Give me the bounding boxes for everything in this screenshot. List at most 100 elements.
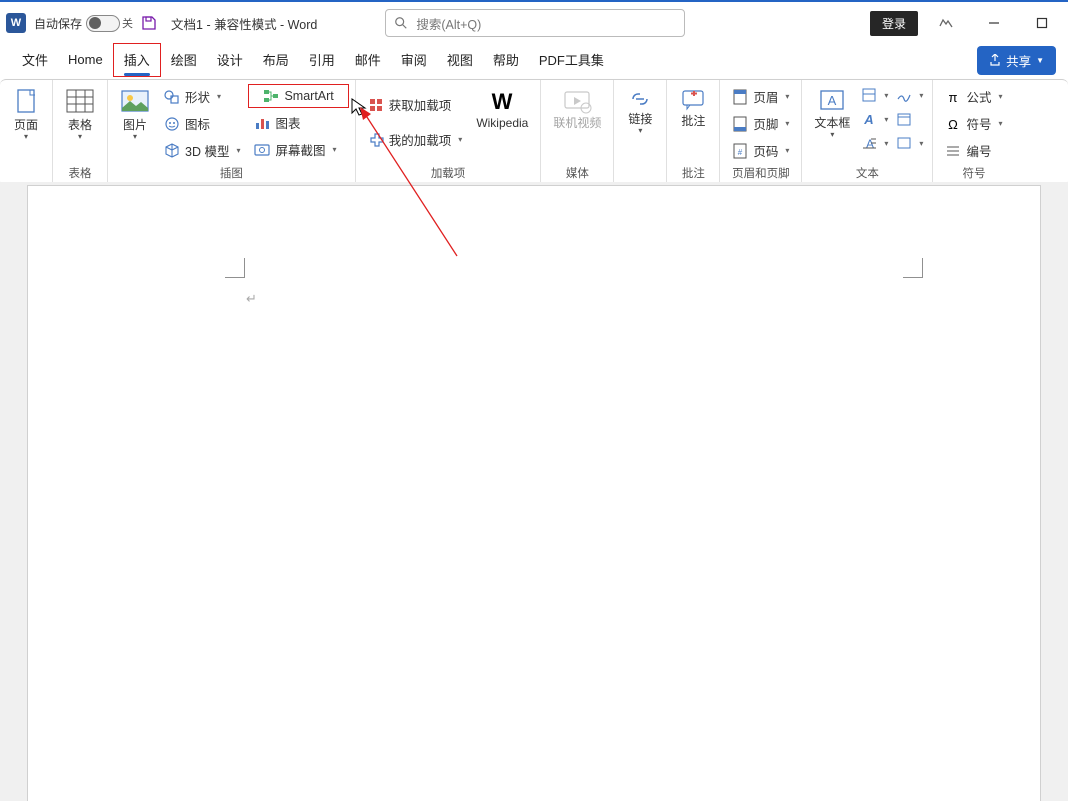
tab-mailings[interactable]: 邮件: [345, 44, 391, 76]
smartart-icon: [263, 88, 279, 104]
search-icon: [394, 16, 408, 30]
icons-label: 图标: [185, 114, 210, 133]
number-button[interactable]: 编号: [939, 138, 1008, 163]
autosave-label: 自动保存: [34, 15, 82, 32]
icons-icon: [164, 116, 180, 132]
3d-models-button[interactable]: 3D 模型 ▾: [158, 138, 246, 163]
group-headerfooter-label: 页眉和页脚: [726, 163, 795, 184]
footer-button[interactable]: 页脚 ▾: [726, 111, 795, 136]
paragraph-mark: ↵: [246, 291, 257, 307]
get-addins-label: 获取加载项: [389, 95, 452, 114]
shapes-label: 形状: [185, 87, 210, 106]
link-button[interactable]: 链接 ▾: [620, 84, 660, 139]
tab-references[interactable]: 引用: [299, 44, 345, 76]
addins-icon: [368, 132, 384, 148]
footer-icon: [732, 116, 748, 132]
tab-insert[interactable]: 插入: [113, 43, 161, 77]
dropcap-button[interactable]: A▾: [858, 132, 891, 154]
pages-button[interactable]: 页面 ▾: [6, 84, 46, 145]
tab-home[interactable]: Home: [58, 46, 113, 74]
minimize-button[interactable]: [974, 8, 1014, 38]
share-button[interactable]: 共享 ▼: [977, 46, 1056, 75]
3d-models-label: 3D 模型: [185, 141, 229, 160]
svg-text:π: π: [949, 90, 958, 105]
login-button[interactable]: 登录: [870, 11, 918, 36]
wikipedia-icon: W: [488, 88, 516, 114]
document-area: ↵: [0, 182, 1068, 801]
datetime-button[interactable]: [893, 108, 926, 130]
header-button[interactable]: 页眉 ▾: [726, 84, 795, 109]
chart-button[interactable]: 图表: [248, 110, 348, 135]
table-icon: [65, 88, 95, 116]
date-icon: [896, 111, 912, 127]
textbox-icon: A: [818, 88, 846, 114]
shapes-icon: [164, 89, 180, 105]
group-symbols: π 公式 ▾ Ω 符号 ▾ 编号 符号: [933, 80, 1014, 186]
title-bar: W 自动保存 关 文档1 - 兼容性模式 - Word 搜索(Alt+Q) 登录: [0, 0, 1068, 44]
ribbon: 页面 ▾ 表格 ▾ 表格 图片 ▾ 形状: [0, 79, 1068, 187]
wikipedia-button[interactable]: W Wikipedia: [470, 84, 534, 134]
search-input[interactable]: 搜索(Alt+Q): [385, 9, 685, 37]
quick-parts-button[interactable]: ▾: [858, 84, 891, 106]
pages-label: 页面: [14, 118, 38, 132]
maximize-button[interactable]: [1022, 8, 1062, 38]
tab-view[interactable]: 视图: [437, 44, 483, 76]
screenshot-button[interactable]: 屏幕截图 ▾: [248, 137, 348, 162]
textbox-button[interactable]: A 文本框 ▾: [808, 84, 856, 143]
cube-icon: [164, 143, 180, 159]
group-tables-label: 表格: [59, 163, 101, 184]
wordart-button[interactable]: A▾: [858, 108, 891, 130]
smartart-label: SmartArt: [284, 89, 333, 103]
tab-pdf-tools[interactable]: PDF工具集: [529, 44, 614, 76]
store-icon: [368, 97, 384, 113]
pagenumber-button[interactable]: # 页码 ▾: [726, 138, 795, 163]
tab-help[interactable]: 帮助: [483, 44, 529, 76]
get-addins-button[interactable]: 获取加载项: [362, 92, 469, 117]
save-icon[interactable]: [141, 15, 157, 31]
tab-draw[interactable]: 绘图: [161, 44, 207, 76]
my-addins-button[interactable]: 我的加载项 ▾: [362, 127, 469, 152]
signature-button[interactable]: ▾: [893, 84, 926, 106]
tab-design[interactable]: 设计: [207, 44, 253, 76]
screenshot-label: 屏幕截图: [275, 140, 325, 159]
object-button[interactable]: ▾: [893, 132, 926, 154]
chart-label: 图表: [275, 113, 300, 132]
comment-icon: [680, 88, 706, 112]
group-links: 链接 ▾: [614, 80, 667, 186]
shapes-button[interactable]: 形状 ▾: [158, 84, 246, 109]
smartart-button[interactable]: SmartArt: [248, 84, 348, 108]
group-addins: 获取加载项 我的加载项 ▾ W Wikipedia 加载项: [356, 80, 542, 186]
comment-button[interactable]: 批注: [673, 84, 713, 132]
symbol-icon: Ω: [945, 116, 961, 132]
group-headerfooter: 页眉 ▾ 页脚 ▾ # 页码 ▾ 页眉和页脚: [720, 80, 802, 186]
symbol-button[interactable]: Ω 符号 ▾: [939, 111, 1008, 136]
symbol-label: 符号: [966, 114, 991, 133]
tab-file[interactable]: 文件: [12, 44, 58, 76]
svg-text:Ω: Ω: [949, 117, 959, 132]
icons-button[interactable]: 图标: [158, 111, 246, 136]
document-page[interactable]: ↵: [28, 186, 1040, 801]
object-icon: [896, 135, 912, 151]
autosave-toggle[interactable]: [86, 15, 120, 32]
table-button[interactable]: 表格 ▾: [59, 84, 101, 145]
pictures-button[interactable]: 图片 ▾: [114, 84, 156, 145]
my-addins-label: 我的加载项: [389, 130, 452, 149]
wikipedia-label: Wikipedia: [476, 116, 528, 130]
tab-review[interactable]: 审阅: [391, 44, 437, 76]
group-text-label: 文本: [808, 163, 926, 184]
online-video-button[interactable]: 联机视频: [547, 84, 607, 134]
ribbon-display-options-icon[interactable]: [926, 8, 966, 38]
equation-button[interactable]: π 公式 ▾: [939, 84, 1008, 109]
picture-icon: [120, 88, 150, 116]
autosave-state: 关: [122, 15, 133, 31]
margin-corner-tl: [225, 258, 245, 278]
tab-layout[interactable]: 布局: [253, 44, 299, 76]
page-icon: [14, 88, 38, 116]
pictures-label: 图片: [123, 118, 147, 132]
screenshot-icon: [254, 142, 270, 158]
link-label: 链接: [628, 112, 652, 126]
word-app-icon: W: [6, 13, 26, 33]
autosave-control[interactable]: 自动保存 关: [34, 15, 133, 32]
ribbon-tabs: 文件 Home 插入 绘图 设计 布局 引用 邮件 审阅 视图 帮助 PDF工具…: [0, 44, 1068, 76]
wordart-icon: A: [861, 111, 877, 127]
